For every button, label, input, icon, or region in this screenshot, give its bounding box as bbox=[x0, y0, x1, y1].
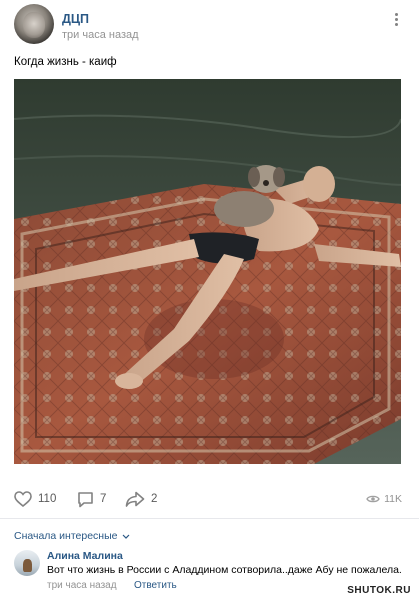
comment-text: Вот что жизнь в России с Аладдином сотво… bbox=[47, 564, 402, 576]
post-actions: 110 7 2 11K bbox=[0, 484, 419, 514]
commenter-name[interactable]: Алина Малина bbox=[47, 550, 123, 562]
commenter-avatar[interactable] bbox=[14, 550, 40, 576]
comment-count: 7 bbox=[100, 493, 107, 505]
more-icon[interactable] bbox=[389, 12, 405, 28]
author-name[interactable]: ДЦП bbox=[62, 12, 89, 26]
watermark: SHUTOK.RU bbox=[347, 585, 411, 596]
post-time[interactable]: три часа назад bbox=[62, 29, 139, 41]
like-count: 110 bbox=[38, 493, 57, 505]
views-counter: 11K bbox=[366, 490, 402, 508]
post-header: ДЦП три часа назад bbox=[0, 0, 419, 48]
divider bbox=[0, 518, 419, 519]
reply-button[interactable]: Ответить bbox=[134, 580, 177, 591]
comment-button[interactable]: 7 bbox=[77, 490, 106, 508]
share-count: 2 bbox=[151, 493, 158, 505]
share-button[interactable]: 2 bbox=[125, 490, 157, 508]
heart-icon bbox=[14, 491, 32, 507]
comment-time[interactable]: три часа назад bbox=[47, 580, 117, 591]
like-button[interactable]: 110 bbox=[14, 490, 56, 508]
author-avatar[interactable] bbox=[14, 4, 54, 44]
post-text: Когда жизнь - каиф bbox=[14, 56, 117, 68]
views-count: 11K bbox=[384, 493, 402, 505]
share-icon bbox=[125, 491, 145, 507]
sort-label: Сначала интересные bbox=[14, 530, 118, 542]
comment-icon bbox=[78, 491, 93, 507]
post-photo[interactable] bbox=[14, 79, 401, 464]
chevron-down-icon bbox=[122, 534, 129, 539]
eye-icon bbox=[366, 495, 380, 503]
comments-sort-button[interactable]: Сначала интересные bbox=[14, 530, 130, 542]
